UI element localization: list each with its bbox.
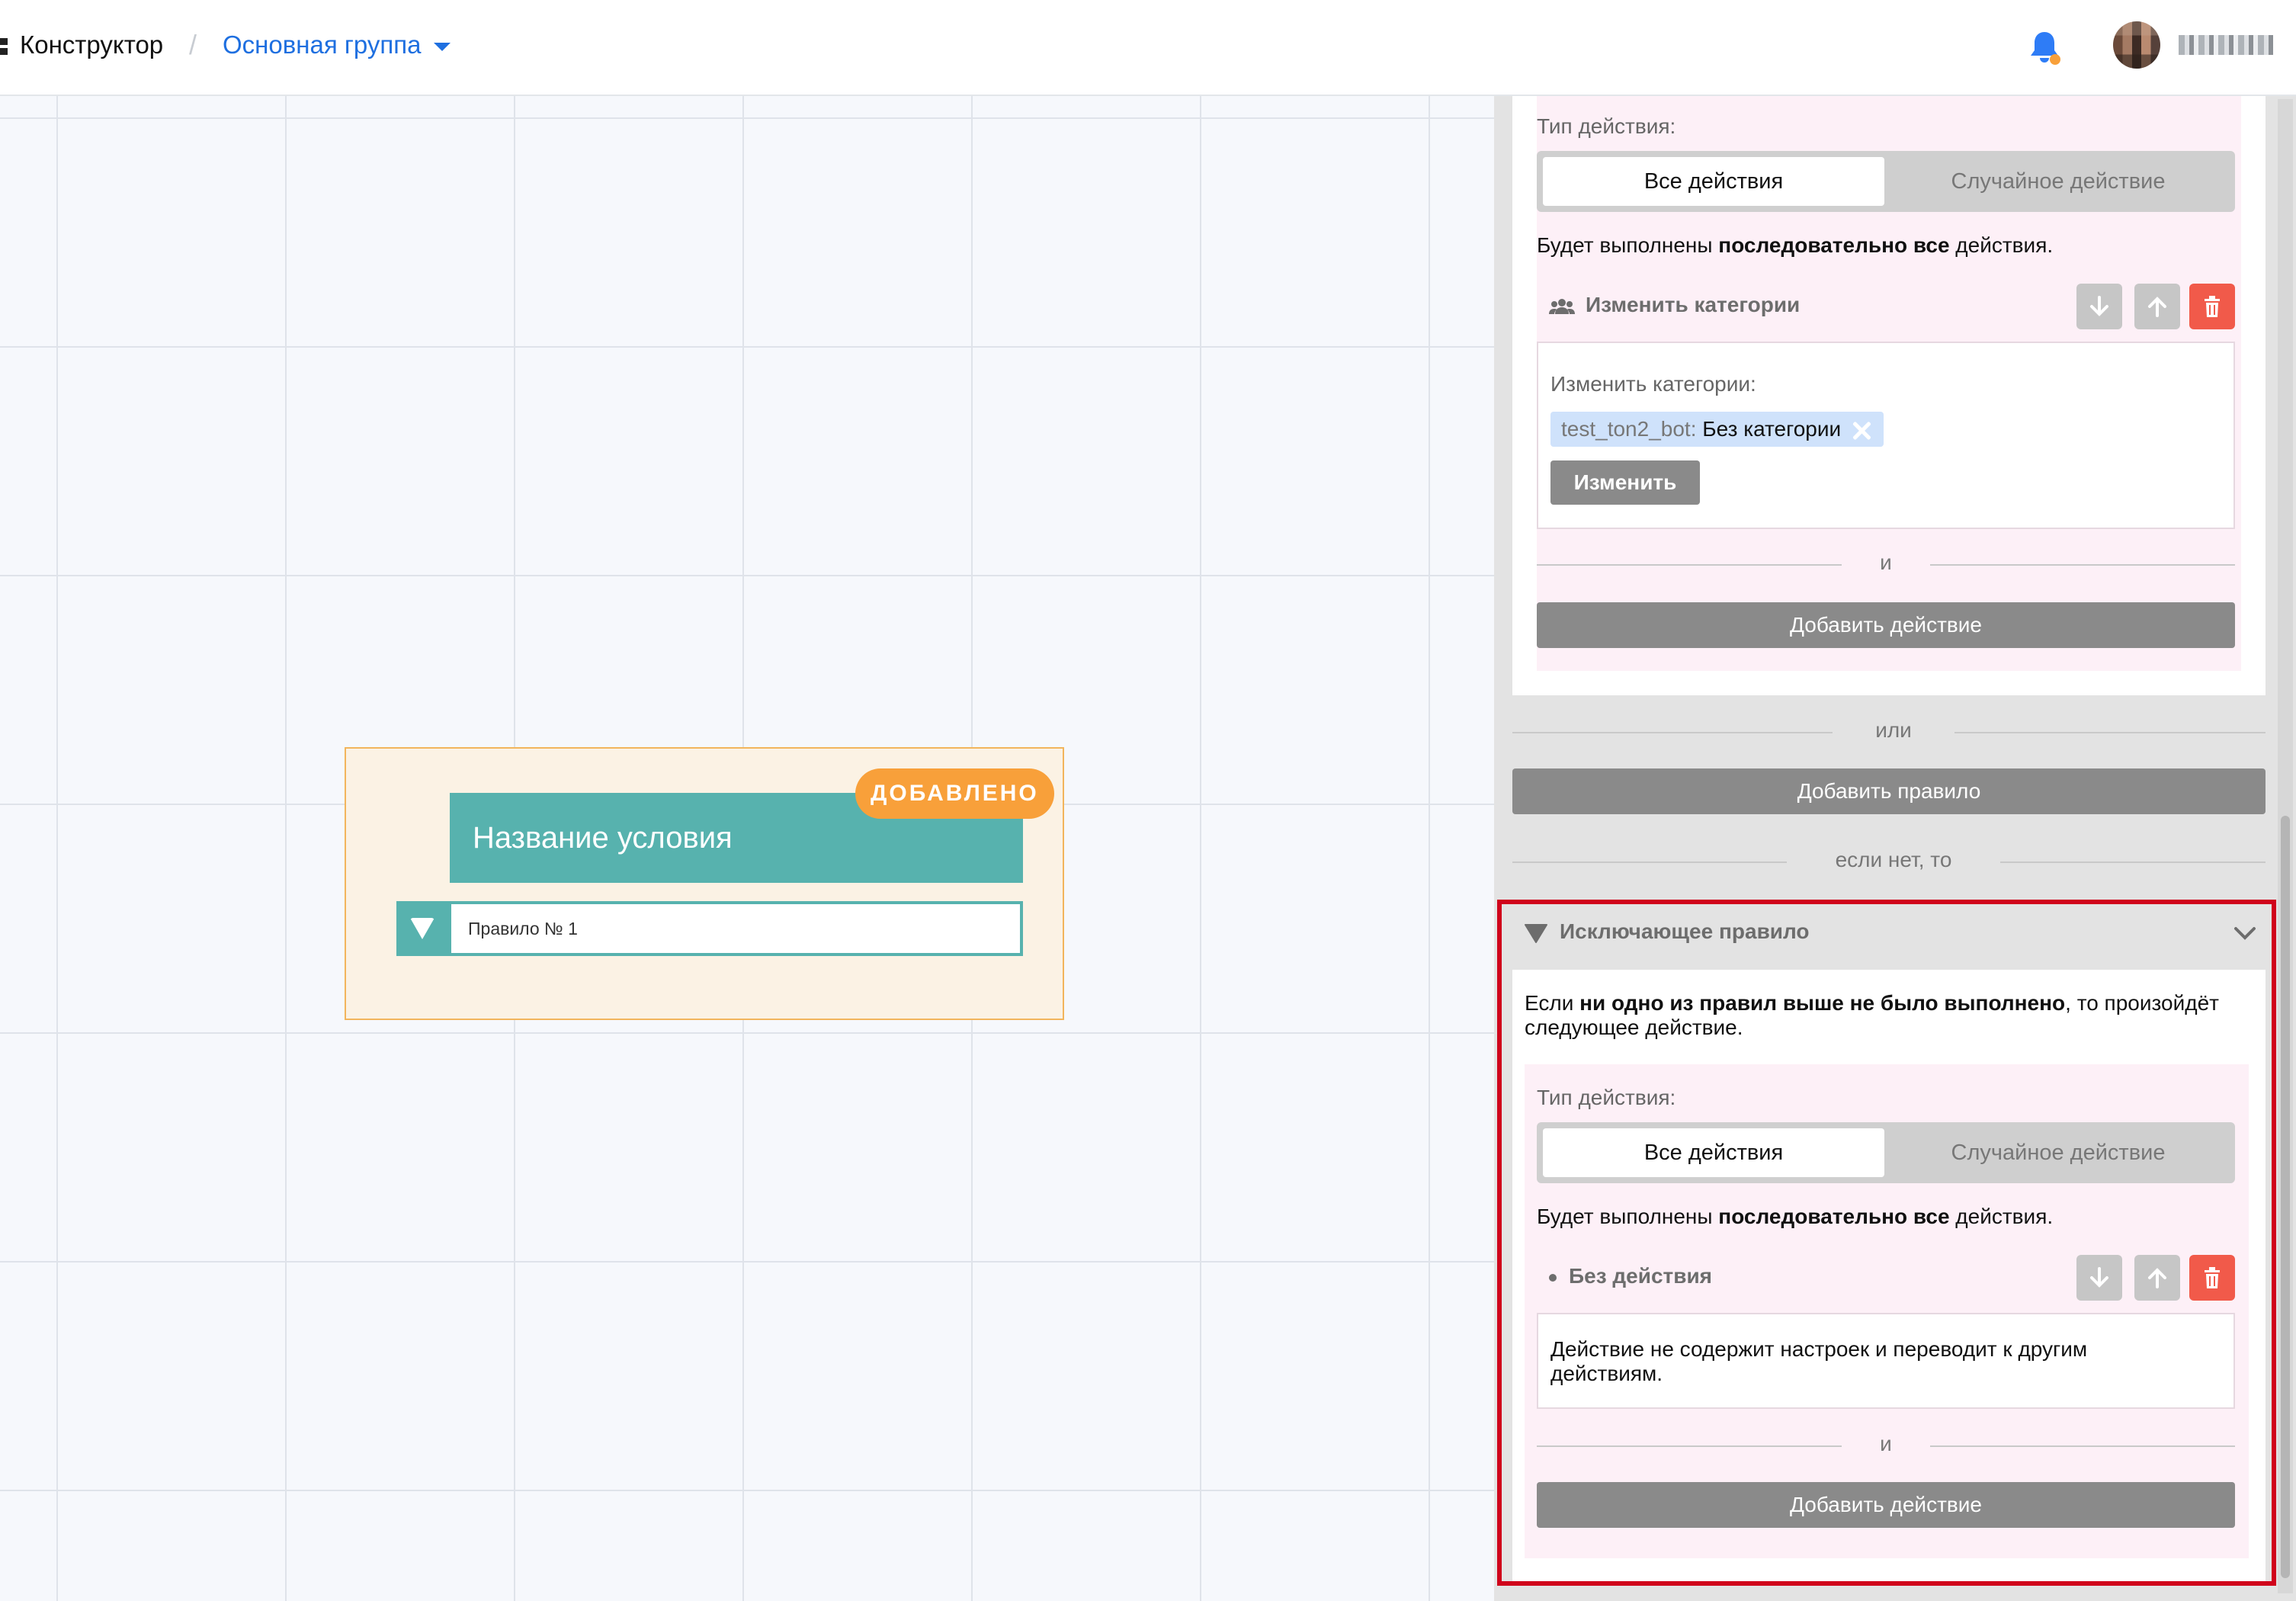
delete-action-button[interactable]	[2189, 284, 2235, 329]
else-divider-left	[1512, 861, 1787, 863]
change-categories-label: Изменить категории:	[1550, 372, 1756, 396]
group-select-label: Основная группа	[223, 30, 422, 59]
and-divider-right	[1930, 564, 2235, 566]
node-rule-row[interactable]: Правило № 1	[396, 901, 1023, 956]
scrollbar-thumb[interactable]	[2281, 816, 2290, 1578]
action-header[interactable]: Изменить категории	[1549, 293, 1800, 317]
app-menu-icon[interactable]	[0, 38, 8, 55]
action-order-prefix: Будет выполнены	[1537, 233, 1719, 257]
or-divider-right	[1954, 732, 2266, 733]
user-avatar[interactable]	[2113, 21, 2160, 69]
arrow-down-icon	[2090, 296, 2108, 316]
notifications-bell-icon[interactable]	[2028, 29, 2061, 67]
else-label: если нет, то	[1835, 848, 1952, 871]
app-title[interactable]: Конструктор	[20, 30, 163, 59]
add-action-button[interactable]: Добавить действие	[1537, 602, 2235, 648]
action-title: Изменить категории	[1586, 293, 1801, 316]
category-chip[interactable]: test_ton2_bot: Без категории	[1550, 412, 1884, 447]
or-divider-left	[1512, 732, 1833, 733]
rule-filter-icon[interactable]	[396, 901, 448, 956]
change-button[interactable]: Изменить	[1550, 460, 1700, 505]
move-up-button[interactable]	[2134, 284, 2180, 329]
else-divider-right	[2000, 861, 2266, 863]
action-order-description: Будет выполнены последовательно все дейс…	[1537, 233, 2053, 258]
action-type-toggle[interactable]: Все действия Случайное действие	[1537, 151, 2235, 212]
action-order-suffix: действия.	[1949, 233, 2054, 257]
trash-icon	[2205, 296, 2220, 317]
users-icon	[1549, 298, 1575, 314]
add-rule-button[interactable]: Добавить правило	[1512, 768, 2266, 814]
chevron-down-icon	[433, 42, 451, 51]
toggle-random-action[interactable]: Случайное действие	[1887, 157, 2229, 206]
top-bar: Конструктор / Основная группа	[0, 0, 2296, 96]
arrow-up-icon	[2148, 297, 2166, 317]
username-blurred[interactable]	[2179, 35, 2273, 55]
node-rule-label[interactable]: Правило № 1	[448, 901, 1023, 956]
breadcrumb-separator: /	[189, 29, 197, 60]
highlight-frame	[1497, 900, 2276, 1586]
chip-bot-name: test_ton2_bot:	[1561, 417, 1697, 441]
group-select[interactable]: Основная группа	[223, 30, 451, 59]
and-divider-left	[1537, 564, 1842, 566]
or-label: или	[1875, 718, 1912, 742]
panel-scrollbar[interactable]	[2278, 99, 2293, 1593]
condition-node[interactable]: Название условия ДОБАВЛЕНО Правило № 1	[345, 747, 1064, 1020]
chip-category: Без категории	[1696, 417, 1842, 441]
and-label: и	[1880, 550, 1892, 574]
action-order-bold: последовательно все	[1718, 233, 1950, 257]
toggle-all-actions[interactable]: Все действия	[1543, 157, 1884, 206]
remove-chip-icon[interactable]	[1850, 419, 1873, 442]
action-type-label: Тип действия:	[1537, 114, 1676, 138]
status-badge: ДОБАВЛЕНО	[855, 768, 1054, 819]
move-down-button[interactable]	[2076, 284, 2122, 329]
